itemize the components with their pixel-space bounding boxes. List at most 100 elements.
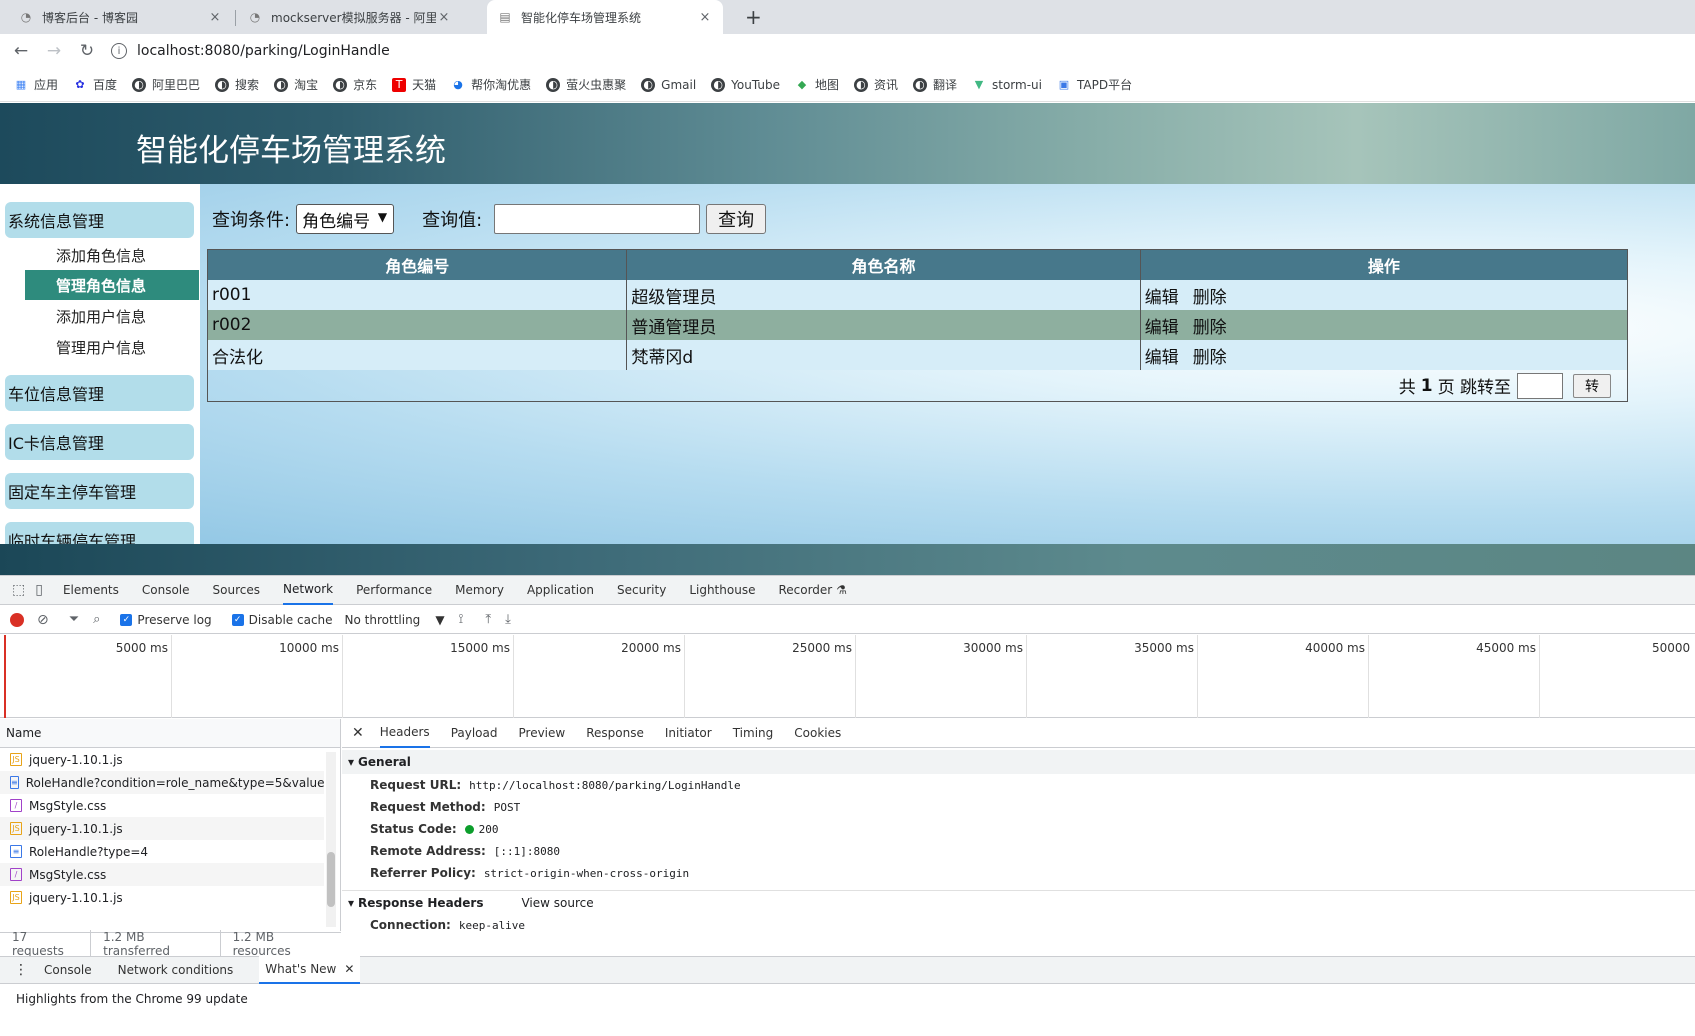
- tab-sources[interactable]: Sources: [213, 576, 260, 605]
- sidebar-item-manage-user[interactable]: 管理用户信息: [25, 332, 199, 362]
- menu-system-info[interactable]: 系统信息管理: [5, 202, 194, 238]
- list-item[interactable]: ≡ RoleHandle?condition=role_name&type=5&v…: [0, 771, 324, 794]
- tab-recorder[interactable]: Recorder ⚗: [778, 576, 847, 605]
- browser-tab-1[interactable]: ◔ 博客后台 - 博客园 ×: [8, 0, 233, 34]
- address-bar[interactable]: i localhost:8080/parking/LoginHandle: [111, 37, 1695, 65]
- bookmark-taobao[interactable]: ◐ 淘宝: [274, 76, 318, 93]
- sidebar-item-add-user[interactable]: 添加用户信息: [25, 301, 199, 331]
- menu-parking-space[interactable]: 车位信息管理: [5, 375, 194, 411]
- tab-network[interactable]: Network: [283, 576, 334, 605]
- close-icon[interactable]: ×: [697, 10, 713, 25]
- device-toolbar-icon[interactable]: ▯: [35, 582, 43, 598]
- bookmark-tmall[interactable]: T 天猫: [392, 76, 436, 93]
- tmall-icon: T: [392, 77, 407, 92]
- bookmark-firefly[interactable]: ◐ 萤火虫惠聚: [546, 76, 626, 93]
- bookmark-gmail[interactable]: ◐ Gmail: [641, 77, 696, 92]
- tab-console[interactable]: Console: [142, 576, 190, 605]
- bookmark-alibaba[interactable]: ◐ 阿里巴巴: [132, 76, 200, 93]
- throttling-select[interactable]: No throttling ▼: [345, 613, 445, 627]
- back-icon[interactable]: ←: [9, 39, 33, 63]
- list-item[interactable]: / MsgStyle.css: [0, 863, 324, 886]
- preserve-log-checkbox[interactable]: ✓ Preserve log: [120, 613, 212, 627]
- forward-icon[interactable]: →: [42, 39, 66, 63]
- tab-headers[interactable]: Headers: [379, 719, 430, 748]
- reload-icon[interactable]: ↻: [75, 39, 99, 63]
- list-item[interactable]: JS jquery-1.10.1.js: [0, 748, 324, 771]
- delete-link[interactable]: 删除: [1193, 313, 1227, 338]
- new-tab-button[interactable]: +: [735, 0, 765, 34]
- tab-elements[interactable]: Elements: [63, 576, 119, 605]
- jump-button[interactable]: 转: [1573, 373, 1611, 398]
- export-icon[interactable]: ⤓: [505, 612, 511, 627]
- network-timeline[interactable]: 5000 ms 10000 ms 15000 ms 20000 ms 25000…: [0, 635, 1695, 718]
- bookmark-baidu[interactable]: ✿ 百度: [73, 76, 117, 93]
- info-icon[interactable]: i: [111, 43, 127, 59]
- list-item[interactable]: / MsgStyle.css: [0, 794, 324, 817]
- tab-payload[interactable]: Payload: [451, 719, 498, 748]
- edit-link[interactable]: 编辑: [1145, 343, 1179, 368]
- clear-icon[interactable]: ⊘: [37, 612, 49, 628]
- bookmark-news[interactable]: ◐ 资讯: [853, 76, 898, 93]
- bookmark-translate[interactable]: ◐ 翻译: [912, 76, 957, 93]
- edit-link[interactable]: 编辑: [1145, 313, 1179, 338]
- scrollbar-thumb[interactable]: [327, 852, 335, 907]
- inspect-icon[interactable]: ⬚: [12, 582, 25, 598]
- tab-timing[interactable]: Timing: [733, 719, 774, 748]
- close-icon[interactable]: ✕: [352, 725, 364, 741]
- browser-tab-2[interactable]: ◔ mockserver模拟服务器 - 阿里云 ×: [237, 0, 462, 34]
- list-item[interactable]: ≡ RoleHandle?type=4: [0, 840, 324, 863]
- bookmark-youtube[interactable]: ◐ YouTube: [711, 77, 780, 92]
- detail-tab-bar: ✕ Headers Payload Preview Response Initi…: [342, 719, 1695, 748]
- menu-ic-card[interactable]: IC卡信息管理: [5, 424, 194, 460]
- drawer-tab-whats-new[interactable]: What's New ✕: [259, 956, 361, 984]
- bookmark-tapd[interactable]: ▣ TAPD平台: [1057, 76, 1132, 93]
- response-headers-section-header[interactable]: ▾ Response Headers View source: [342, 890, 1695, 914]
- query-button[interactable]: 查询: [706, 204, 767, 234]
- delete-link[interactable]: 删除: [1193, 283, 1227, 308]
- menu-fixed-owner[interactable]: 固定车主停车管理: [5, 473, 194, 509]
- tab-lighthouse[interactable]: Lighthouse: [689, 576, 755, 605]
- tab-application[interactable]: Application: [527, 576, 594, 605]
- name-column-header[interactable]: Name: [0, 719, 340, 748]
- view-source-link[interactable]: View source: [521, 896, 593, 910]
- filter-icon[interactable]: ⏷: [69, 612, 79, 627]
- network-conditions-icon[interactable]: ⟟: [459, 612, 464, 627]
- drawer-tab-network-conditions[interactable]: Network conditions: [118, 956, 234, 984]
- record-icon[interactable]: [10, 612, 24, 627]
- list-item[interactable]: JS jquery-1.10.1.js: [0, 886, 324, 909]
- disable-cache-checkbox[interactable]: ✓ Disable cache: [231, 613, 333, 627]
- network-toolbar: ⊘ ⏷ ⌕ ✓ Preserve log ✓ Disable cache No th…: [0, 606, 1695, 634]
- tab-response[interactable]: Response: [586, 719, 644, 748]
- request-detail-pane: ✕ Headers Payload Preview Response Initi…: [342, 719, 1695, 955]
- import-icon[interactable]: ⤒: [485, 612, 491, 627]
- tab-performance[interactable]: Performance: [356, 576, 432, 605]
- close-icon[interactable]: ×: [207, 10, 223, 25]
- close-icon[interactable]: ✕: [344, 962, 354, 976]
- bookmark-maps[interactable]: ◆ 地图: [795, 76, 839, 93]
- bookmark-storm-ui[interactable]: ▼ storm-ui: [972, 78, 1042, 92]
- sidebar-item-manage-role[interactable]: 管理角色信息: [25, 270, 199, 300]
- more-vertical-icon[interactable]: ⋮: [14, 962, 28, 978]
- bookmark-search[interactable]: ◐ 搜索: [215, 76, 259, 93]
- tab-initiator[interactable]: Initiator: [665, 719, 712, 748]
- scrollbar[interactable]: [326, 752, 336, 927]
- sidebar-item-add-role[interactable]: 添加角色信息: [25, 240, 199, 270]
- browser-tab-3[interactable]: ▤ 智能化停车场管理系统 ×: [487, 0, 723, 34]
- delete-link[interactable]: 删除: [1193, 343, 1227, 368]
- drawer-tab-console[interactable]: Console: [44, 956, 92, 984]
- edit-link[interactable]: 编辑: [1145, 283, 1179, 308]
- list-item[interactable]: JS jquery-1.10.1.js: [0, 817, 324, 840]
- general-section-header[interactable]: ▾ General: [342, 750, 1695, 774]
- jump-page-input[interactable]: [1517, 372, 1563, 399]
- tab-memory[interactable]: Memory: [455, 576, 504, 605]
- tab-security[interactable]: Security: [617, 576, 666, 605]
- search-icon[interactable]: ⌕: [93, 612, 100, 627]
- bookmark-deals[interactable]: ◕ 帮你淘优惠: [451, 76, 531, 93]
- bookmark-jd[interactable]: ◐ 京东: [333, 76, 377, 93]
- bookmark-apps[interactable]: ▦ 应用: [14, 76, 58, 93]
- query-condition-select[interactable]: 角色编号 ▼: [296, 204, 395, 234]
- close-icon[interactable]: ×: [436, 10, 452, 25]
- tab-cookies[interactable]: Cookies: [794, 719, 841, 748]
- tab-preview[interactable]: Preview: [519, 719, 566, 748]
- query-value-input[interactable]: [494, 204, 701, 234]
